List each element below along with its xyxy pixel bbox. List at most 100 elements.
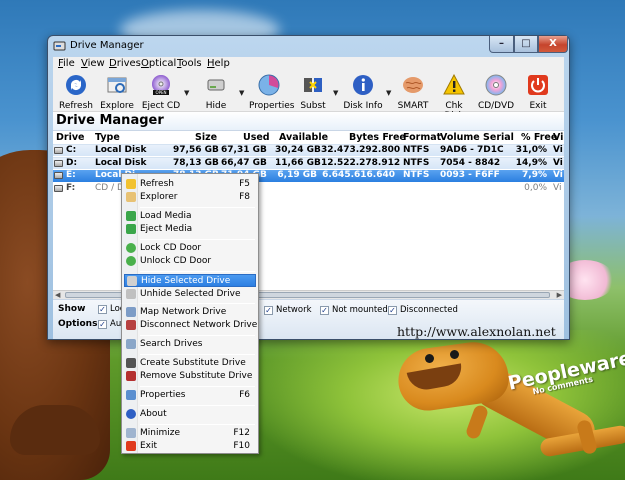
window-title: Drive Manager <box>70 40 144 51</box>
subst-button[interactable]: Subst <box>295 74 331 111</box>
scroll-right-icon[interactable]: ▶ <box>557 291 562 299</box>
subst-label: Subst <box>300 101 326 111</box>
cd-drive-icon <box>54 185 63 192</box>
column-header[interactable]: Vi <box>553 132 563 143</box>
info-icon <box>353 75 373 95</box>
menu-drives[interactable]: Drives <box>109 58 141 69</box>
scroll-left-icon[interactable]: ◀ <box>55 291 60 299</box>
ctx-properties[interactable]: Properties F6 <box>124 389 256 402</box>
cd-eject-icon: OPEN <box>152 75 170 95</box>
lock-icon <box>126 243 136 253</box>
ctx-unhide-selected-drive[interactable]: Unhide Selected Drive <box>124 288 256 301</box>
hide-dropdown-arrow[interactable]: ▼ <box>239 89 244 97</box>
ctx-refresh[interactable]: Refresh F5 <box>124 178 256 191</box>
cd-icon <box>485 74 507 96</box>
hide-button[interactable]: Hide <box>196 74 236 111</box>
menu-optical[interactable]: Optical <box>141 58 176 69</box>
website-link[interactable]: http://www.alexnolan.net <box>397 324 556 339</box>
remove-subst-icon <box>126 371 136 381</box>
ctx-remove-substitute-drive[interactable]: Remove Substitute Drive <box>124 370 256 383</box>
hide-drive-icon <box>127 276 137 286</box>
ctx-disconnect-network-drive[interactable]: Disconnect Network Drive <box>124 319 257 332</box>
refresh-label: Refresh <box>59 101 93 111</box>
ctx-map-network-drive[interactable]: Map Network Drive <box>124 306 256 319</box>
ctx-eject-media[interactable]: Eject Media <box>124 223 256 236</box>
menu-file[interactable]: File <box>58 58 75 69</box>
power-icon <box>126 441 136 451</box>
column-header[interactable]: % Free <box>521 132 557 143</box>
column-header[interactable]: Volume Serial <box>440 132 514 143</box>
power-icon <box>528 75 548 95</box>
ctx-minimize[interactable]: Minimize F12 <box>124 427 256 440</box>
ctx-unlock-cd-door[interactable]: Unlock CD Door <box>124 255 256 268</box>
column-header[interactable]: Available <box>279 132 328 143</box>
drive-hide-icon <box>207 79 225 91</box>
hard-drive-icon <box>54 172 63 179</box>
minimize-button[interactable]: – <box>489 36 514 53</box>
explore-icon <box>107 77 127 93</box>
about-icon <box>126 409 136 419</box>
maximize-button[interactable]: □ <box>514 36 538 53</box>
unhide-drive-icon <box>126 289 136 299</box>
smart-label: SMART <box>397 101 429 111</box>
hard-drive-icon <box>54 160 63 167</box>
menu-help[interactable]: Help <box>207 58 230 69</box>
menu-bar: File View Drives Optical Tools Help <box>53 57 564 72</box>
show-not-mounted-checkbox[interactable]: ✓ Not mounted <box>320 305 388 315</box>
folder-icon <box>126 192 136 202</box>
refresh-button[interactable]: Refresh <box>58 74 94 111</box>
column-header[interactable]: Bytes Free <box>349 132 406 143</box>
properties-button[interactable]: Properties <box>249 74 294 111</box>
close-button[interactable]: X <box>538 36 568 53</box>
properties-icon <box>126 390 136 400</box>
context-menu: Refresh F5 Explorer F8 Load Media Eject Me… <box>121 173 259 454</box>
title-bar[interactable]: Drive Manager – □ X <box>48 36 569 57</box>
disconnect-drive-icon <box>126 320 136 330</box>
ctx-explorer[interactable]: Explorer F8 <box>124 191 256 204</box>
table-row[interactable]: D: Local Disk 78,13 GB 66,47 GB 11,66 GB… <box>53 157 564 169</box>
unlock-icon <box>126 256 136 266</box>
minimize-icon <box>126 428 136 438</box>
ctx-load-media[interactable]: Load Media <box>124 210 256 223</box>
column-header[interactable]: Format <box>403 132 441 143</box>
warning-icon <box>443 73 465 95</box>
show-network-checkbox[interactable]: ✓ Network <box>264 305 312 315</box>
ctx-create-substitute-drive[interactable]: Create Substitute Drive <box>124 357 256 370</box>
menu-tools[interactable]: Tools <box>177 58 202 69</box>
hard-drive-icon <box>54 147 63 154</box>
svg-text:OPEN: OPEN <box>155 90 166 95</box>
table-row[interactable]: C: Local Disk 97,56 GB 67,31 GB 30,24 GB… <box>53 144 564 156</box>
explore-button[interactable]: Explore <box>97 74 137 111</box>
properties-icon <box>258 74 280 96</box>
exit-label: Exit <box>529 101 547 111</box>
eject-cd-button[interactable]: OPEN Eject CD <box>141 74 181 111</box>
ctx-about[interactable]: About <box>124 408 256 421</box>
hide-label: Hide <box>205 101 227 111</box>
column-header[interactable]: Used <box>243 132 270 143</box>
exit-button[interactable]: Exit <box>521 74 555 111</box>
cd-dvd-label: CD/DVD <box>477 101 515 111</box>
column-header[interactable]: Size <box>195 132 217 143</box>
subst-icon <box>304 78 322 92</box>
toolbar: Refresh Explore OPEN Eject CD ▼ Hide ▼ P… <box>53 72 564 121</box>
refresh-icon <box>126 179 136 189</box>
column-header[interactable]: Drive <box>56 132 84 143</box>
ctx-search-drives[interactable]: Search Drives <box>124 338 256 351</box>
show-label: Show <box>58 304 86 314</box>
column-header[interactable]: Type <box>95 132 120 143</box>
smart-button[interactable]: SMART <box>396 74 430 111</box>
ctx-lock-cd-door[interactable]: Lock CD Door <box>124 242 256 255</box>
disk-info-dropdown-arrow[interactable]: ▼ <box>386 89 391 97</box>
ctx-exit[interactable]: Exit F10 <box>124 440 256 453</box>
eject-dropdown-arrow[interactable]: ▼ <box>184 89 189 97</box>
show-disconnected-checkbox[interactable]: ✓ Disconnected <box>388 305 458 315</box>
eject-cd-label: Eject CD <box>141 101 181 111</box>
refresh-icon <box>66 75 86 95</box>
ctx-hide-selected-drive[interactable]: Hide Selected Drive <box>124 274 256 287</box>
search-icon <box>126 339 136 349</box>
subst-dropdown-arrow[interactable]: ▼ <box>333 89 338 97</box>
menu-view[interactable]: View <box>81 58 105 69</box>
disk-info-button[interactable]: Disk Info <box>343 74 383 111</box>
explore-label: Explore <box>100 101 134 111</box>
cd-dvd-button[interactable]: CD/DVD <box>477 74 515 111</box>
